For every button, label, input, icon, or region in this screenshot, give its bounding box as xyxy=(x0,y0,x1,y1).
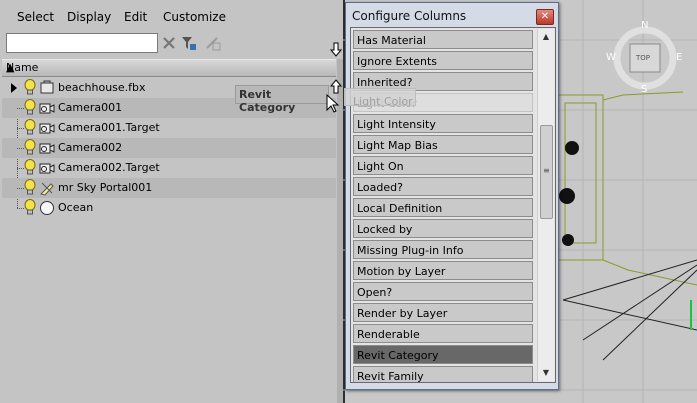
viewcube-top-face[interactable]: TOP xyxy=(636,54,650,62)
camera-icon xyxy=(39,123,55,134)
column-list-item-label: Open? xyxy=(357,286,393,299)
column-list-item[interactable]: Local Definition xyxy=(353,198,533,217)
column-list-item[interactable]: Missing Plug-in Info xyxy=(353,240,533,259)
scroll-up-arrow-icon[interactable]: ▲ xyxy=(538,29,554,45)
tree-row-label: beachhouse.fbx xyxy=(58,81,146,94)
menu-customize[interactable]: Customize xyxy=(163,10,226,24)
menu-bar: Select Display Edit Customize xyxy=(0,0,343,30)
column-list-item-label: Light Map Bias xyxy=(357,139,438,152)
tree-row-label: mr Sky Portal001 xyxy=(58,181,153,194)
column-list-item[interactable]: Renderable xyxy=(353,324,533,343)
configure-columns-dialog: Configure Columns ✕ Has Material Ignore E… xyxy=(345,2,559,390)
viewcube[interactable]: N S W E TOP xyxy=(605,20,685,100)
camera-icon xyxy=(39,103,55,114)
column-list-item[interactable]: Light Intensity xyxy=(353,114,533,133)
mouse-pointer-icon xyxy=(326,94,340,113)
column-list-item[interactable]: Revit Family xyxy=(353,366,533,383)
column-list-item[interactable]: Open? xyxy=(353,282,533,301)
column-list-item-label: Local Definition xyxy=(357,202,443,215)
column-list-item-label: Missing Plug-in Info xyxy=(357,244,464,257)
scroll-thumb[interactable]: ≡ xyxy=(540,125,553,219)
menu-select[interactable]: Select xyxy=(17,10,54,24)
column-list-item-label: Ignore Extents xyxy=(357,55,438,68)
compass-west: W xyxy=(606,52,616,63)
column-list-item-label: Renderable xyxy=(357,328,420,341)
columns-list: Has Material Ignore Extents Inherited? Ligh… xyxy=(350,27,556,383)
column-list-item-label: Loaded? xyxy=(357,181,403,194)
tree-connector xyxy=(17,108,24,109)
scene-tree: beachhouse.fbx Camera001 Camera001.Target C… xyxy=(2,78,336,403)
column-list-item[interactable]: Locked by xyxy=(353,219,533,238)
visibility-bulb-icon[interactable] xyxy=(24,179,36,195)
tree-connector xyxy=(17,168,24,169)
group-icon xyxy=(40,80,54,94)
column-list-item-label: Render by Layer xyxy=(357,307,448,320)
column-list-item[interactable]: Motion by Layer xyxy=(353,261,533,280)
visibility-bulb-icon[interactable] xyxy=(24,139,36,155)
column-list-item[interactable]: Loaded? xyxy=(353,177,533,196)
column-list-item-label: Light On xyxy=(357,160,404,173)
scroll-grip-icon: ≡ xyxy=(543,166,550,175)
scroll-down-arrow-icon[interactable]: ▼ xyxy=(538,365,554,381)
filter-icon[interactable] xyxy=(181,35,197,51)
column-list-item[interactable]: Revit Category xyxy=(353,345,533,364)
scene-explorer: Select Display Edit Customize Name ▲ bea… xyxy=(0,0,343,403)
menu-display[interactable]: Display xyxy=(67,10,111,24)
column-list-item-label: Has Material xyxy=(357,34,426,47)
column-list-item-label: Light Intensity xyxy=(357,118,436,131)
visibility-bulb-icon[interactable] xyxy=(24,159,36,175)
menu-edit[interactable]: Edit xyxy=(124,10,147,24)
expand-arrow-icon[interactable] xyxy=(11,83,17,93)
visibility-bulb-icon[interactable] xyxy=(24,99,36,115)
tree-row-label: Camera001 xyxy=(58,101,123,114)
tree-row-label: Camera002 xyxy=(58,141,123,154)
tree-row[interactable]: mr Sky Portal001 xyxy=(2,178,336,198)
columns-list-scrollbar[interactable]: ▲ ≡ ▼ xyxy=(537,29,554,381)
column-list-item[interactable]: Render by Layer xyxy=(353,303,533,322)
column-list-item-label: Revit Family xyxy=(357,370,424,383)
tree-row[interactable]: Camera002.Target xyxy=(2,158,336,178)
camera-icon xyxy=(39,143,55,154)
column-list-item[interactable]: Has Material xyxy=(353,30,533,49)
close-icon: ✕ xyxy=(540,11,550,22)
column-list-item[interactable]: Light On xyxy=(353,156,533,175)
visibility-bulb-icon[interactable] xyxy=(24,119,36,135)
drag-insert-down-cursor-icon xyxy=(330,42,342,57)
close-button[interactable]: ✕ xyxy=(536,9,554,25)
dialog-title: Configure Columns xyxy=(352,9,467,23)
compass-south: S xyxy=(641,84,648,95)
tree-connector xyxy=(17,148,24,149)
tree-row-label: Ocean xyxy=(58,201,94,214)
tree-row[interactable]: Camera002 xyxy=(2,138,336,158)
tree-row[interactable]: Camera001.Target xyxy=(2,118,336,138)
tree-row-label: Camera002.Target xyxy=(58,161,160,174)
sort-ascending-icon: ▲ xyxy=(6,61,15,74)
drag-insert-up-cursor-icon xyxy=(330,79,342,94)
visibility-bulb-icon[interactable] xyxy=(24,79,36,95)
compass-east: E xyxy=(676,52,683,63)
sphere-icon xyxy=(40,201,54,215)
clear-search-icon[interactable] xyxy=(161,35,177,51)
column-list-item[interactable]: Light Map Bias xyxy=(353,135,533,154)
column-list-item-label: Locked by xyxy=(357,223,413,236)
tree-connector xyxy=(17,188,24,189)
tree-connector xyxy=(17,208,24,209)
tree-row-label: Camera001.Target xyxy=(58,121,160,134)
camera-icon xyxy=(39,163,55,174)
compass-north: N xyxy=(641,20,649,31)
tree-row[interactable]: Ocean xyxy=(2,198,336,218)
name-column-header[interactable]: Name ▲ xyxy=(2,59,336,77)
search-input[interactable] xyxy=(6,33,158,53)
visibility-bulb-icon[interactable] xyxy=(24,199,36,215)
column-list-item-label: Motion by Layer xyxy=(357,265,446,278)
dragged-column-ghost: Revit Category xyxy=(235,85,329,114)
drop-target-label: Light Color xyxy=(353,95,413,108)
tree-connector xyxy=(17,128,24,129)
light-icon xyxy=(40,182,54,196)
column-list-item[interactable]: Ignore Extents xyxy=(353,51,533,70)
dragged-column-label: Revit Category xyxy=(239,88,296,114)
drop-target-ghost: Light Color xyxy=(344,88,416,108)
column-list-item-label: Revit Category xyxy=(357,349,439,362)
select-children-icon[interactable] xyxy=(205,35,221,51)
